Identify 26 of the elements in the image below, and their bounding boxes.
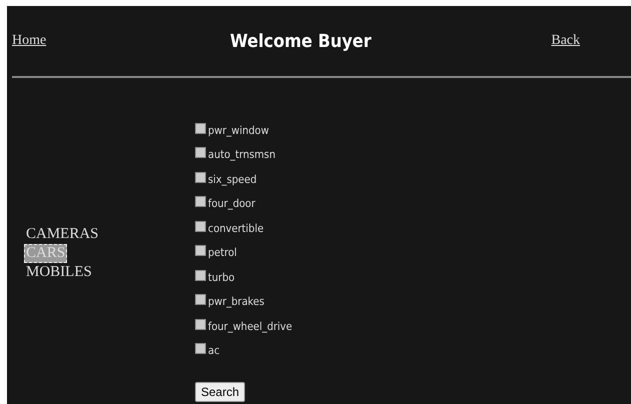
- checkbox[interactable]: [195, 147, 206, 158]
- checkbox[interactable]: [195, 245, 206, 256]
- checkbox-label: four_door: [208, 197, 256, 210]
- checkbox-label: four_wheel_drive: [208, 320, 292, 333]
- checkbox-label: ac: [208, 344, 220, 358]
- checkbox[interactable]: [195, 122, 206, 134]
- page-title: Welcome Buyer: [230, 30, 372, 52]
- checkbox-label: turbo: [208, 270, 235, 284]
- checkbox-label: convertible: [208, 222, 264, 235]
- back-link[interactable]: Back: [551, 33, 580, 49]
- checkbox-label: six_speed: [208, 172, 257, 186]
- checkbox[interactable]: [195, 343, 206, 354]
- checkbox[interactable]: [195, 294, 206, 306]
- checkbox-label: auto_trnsmsn: [208, 148, 276, 162]
- category-item[interactable]: MOBILES: [24, 262, 94, 282]
- checkbox[interactable]: [195, 172, 206, 183]
- checkbox[interactable]: [195, 220, 206, 232]
- checkbox-label: petrol: [208, 246, 237, 260]
- checkbox[interactable]: [195, 196, 206, 208]
- checkbox[interactable]: [195, 318, 206, 330]
- category-item[interactable]: CAMERAS: [24, 224, 101, 244]
- checkbox[interactable]: [195, 270, 206, 281]
- home-link[interactable]: Home: [12, 33, 46, 49]
- checkbox-label: pwr_window: [208, 124, 269, 137]
- search-button[interactable]: Search: [195, 382, 246, 402]
- checkbox-label: pwr_brakes: [208, 295, 264, 308]
